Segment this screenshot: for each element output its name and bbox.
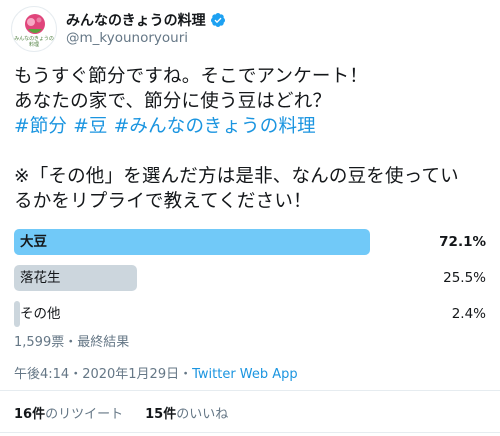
divider xyxy=(0,390,500,391)
poll-option-percent: 25.5% xyxy=(443,270,486,286)
poll-option-label: その他 xyxy=(20,306,61,322)
retweets-count: 16件 xyxy=(14,407,46,422)
timestamp[interactable]: 午後4:14・2020年1月29日・ xyxy=(14,367,192,382)
tweet-note-line: るかをリプライで教えてください！ xyxy=(14,191,312,212)
retweets-stat[interactable]: 16件のリツイート xyxy=(14,403,123,422)
account-handle[interactable]: @m_kyounoryouri xyxy=(66,30,188,46)
likes-stat[interactable]: 15件のいいね xyxy=(145,403,228,422)
poll-bar xyxy=(14,229,370,255)
divider xyxy=(0,432,500,433)
engagement-stats: 16件のリツイート 15件のいいね xyxy=(14,403,250,422)
account-name-row: みんなのきょうの料理 xyxy=(66,10,226,30)
display-name[interactable]: みんなのきょうの料理 xyxy=(66,10,206,30)
timestamp-row: 午後4:14・2020年1月29日・Twitter Web App xyxy=(14,363,298,382)
likes-count: 15件 xyxy=(145,407,177,422)
poll-option-label: 大豆 xyxy=(20,234,47,250)
source-app-link[interactable]: Twitter Web App xyxy=(192,367,298,382)
poll-option-percent: 72.1% xyxy=(439,234,486,250)
poll-option-percent: 2.4% xyxy=(451,306,486,322)
verified-badge-icon xyxy=(210,13,225,27)
retweets-label: のリツイート xyxy=(45,407,124,422)
poll-option: 落花生 25.5% xyxy=(14,265,488,291)
poll-option: その他 2.4% xyxy=(14,301,488,327)
hashtag-link[interactable]: #豆 xyxy=(73,116,107,137)
tweet-text: もうすぐ節分ですね。そこでアンケート！ あなたの家で、節分に使う豆はどれ？ #節… xyxy=(14,64,490,214)
hashtag-line: #節分 #豆 #みんなのきょうの料理 xyxy=(14,114,490,139)
hashtag-link[interactable]: #みんなのきょうの料理 xyxy=(114,116,316,137)
likes-label: のいいね xyxy=(176,407,229,422)
poll: 大豆 72.1% 落花生 25.5% その他 2.4% xyxy=(14,229,488,337)
tweet-note-line: ※「その他」を選んだ方は是非、なんの豆を使ってい xyxy=(14,166,459,187)
poll-option: 大豆 72.1% xyxy=(14,229,488,255)
avatar[interactable]: みんなのきょうの料理 xyxy=(11,6,57,52)
hashtag-link[interactable]: #節分 xyxy=(14,116,67,137)
tweet-line: あなたの家で、節分に使う豆はどれ？ xyxy=(14,91,332,112)
poll-vote-count: 1,599票・最終結果 xyxy=(14,335,130,350)
tweet-line: もうすぐ節分ですね。そこでアンケート！ xyxy=(14,66,369,87)
avatar-logo-text: みんなのきょうの料理 xyxy=(14,36,54,48)
poll-option-label: 落花生 xyxy=(20,270,61,286)
